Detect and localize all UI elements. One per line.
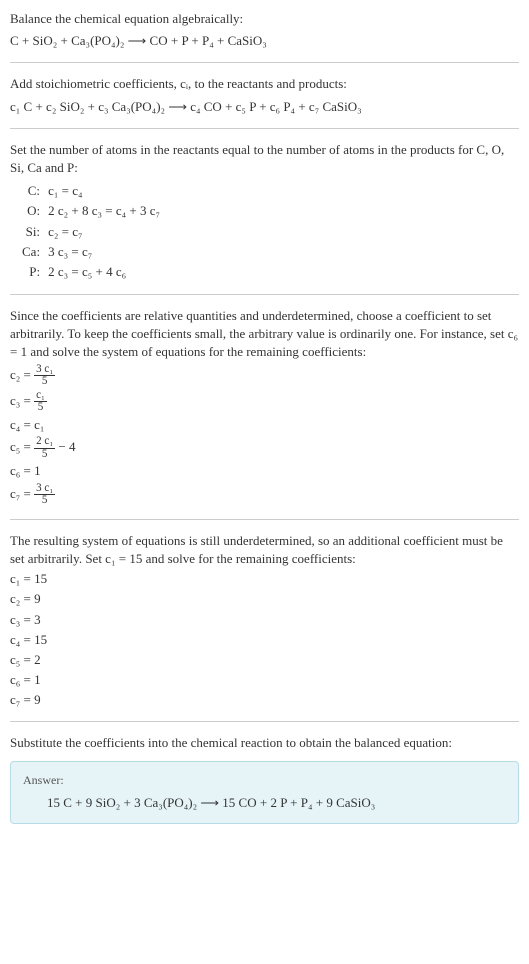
element-label: Si: [18, 222, 44, 242]
coef-line: c₇ = 9 [10, 691, 519, 709]
table-row: O: 2 c₂ + 8 c₃ = c₄ + 3 c₇ [18, 201, 164, 221]
element-equation: c₁ = c₄ [44, 181, 164, 201]
coef-lhs: c₂ = [10, 367, 31, 382]
element-equation: 3 c₃ = c₇ [44, 242, 164, 262]
divider [10, 721, 519, 722]
fraction: c₁ 5 [34, 390, 47, 414]
element-label: Ca: [18, 242, 44, 262]
atom-balance-table: C: c₁ = c₄ O: 2 c₂ + 8 c₃ = c₄ + 3 c₇ Si… [18, 181, 164, 282]
coef-line: c₂ = 9 [10, 590, 519, 608]
fractional-coefficients: c₂ = 3 c₁ 5 c₃ = c₁ 5 c₄ = c₁ c₅ = 2 c₁ … [10, 364, 519, 507]
coef-line: c₃ = c₁ 5 [10, 390, 519, 414]
answer-box: Answer: 15 C + 9 SiO₂ + 3 Ca₃(PO₄)₂ ⟶ 15… [10, 761, 519, 824]
table-row: Si: c₂ = c₇ [18, 222, 164, 242]
coef-line: c₂ = 3 c₁ 5 [10, 364, 519, 388]
coef-line: c₆ = 1 [10, 462, 519, 480]
coef-tail: − 4 [58, 439, 75, 454]
coef-lhs: c₃ = [10, 393, 31, 408]
coef-line: c₅ = 2 c₁ 5 − 4 [10, 436, 519, 460]
table-row: C: c₁ = c₄ [18, 181, 164, 201]
element-equation: c₂ = c₇ [44, 222, 164, 242]
denominator: 5 [34, 402, 47, 414]
numerator: 2 c₁ [34, 436, 55, 449]
coef-line: c₇ = 3 c₁ 5 [10, 483, 519, 507]
step1-equation: c₁ C + c₂ SiO₂ + c₃ Ca₃(PO₄)₂ ⟶ c₄ CO + … [10, 98, 519, 116]
coef-line: c₄ = c₁ [10, 416, 519, 434]
step4-text: The resulting system of equations is sti… [10, 532, 519, 568]
fraction: 2 c₁ 5 [34, 436, 55, 460]
element-equation: 2 c₃ = c₅ + 4 c₆ [44, 262, 164, 282]
divider [10, 62, 519, 63]
element-label: C: [18, 181, 44, 201]
element-equation: 2 c₂ + 8 c₃ = c₄ + 3 c₇ [44, 201, 164, 221]
element-label: O: [18, 201, 44, 221]
coef-line: c₃ = 3 [10, 611, 519, 629]
coef-line: c₆ = 1 [10, 671, 519, 689]
step2-text: Set the number of atoms in the reactants… [10, 141, 519, 177]
table-row: P: 2 c₃ = c₅ + 4 c₆ [18, 262, 164, 282]
denominator: 5 [34, 376, 55, 388]
coef-line: c₅ = 2 [10, 651, 519, 669]
coef-lhs: c₇ = [10, 486, 31, 501]
step3-text: Since the coefficients are relative quan… [10, 307, 519, 362]
answer-equation: 15 C + 9 SiO₂ + 3 Ca₃(PO₄)₂ ⟶ 15 CO + 2 … [23, 794, 506, 812]
answer-label: Answer: [23, 772, 506, 789]
denominator: 5 [34, 449, 55, 461]
final-coefficients: c₁ = 15 c₂ = 9 c₃ = 3 c₄ = 15 c₅ = 2 c₆ … [10, 570, 519, 709]
coef-line: c₄ = 15 [10, 631, 519, 649]
step1-text: Add stoichiometric coefficients, cᵢ, to … [10, 75, 519, 93]
divider [10, 519, 519, 520]
coef-line: c₁ = 15 [10, 570, 519, 588]
intro-equation: C + SiO₂ + Ca₃(PO₄)₂ ⟶ CO + P + P₄ + CaS… [10, 32, 519, 50]
fraction: 3 c₁ 5 [34, 364, 55, 388]
element-label: P: [18, 262, 44, 282]
fraction: 3 c₁ 5 [34, 483, 55, 507]
step5-text: Substitute the coefficients into the che… [10, 734, 519, 752]
coef-lhs: c₅ = [10, 439, 31, 454]
intro-text: Balance the chemical equation algebraica… [10, 10, 519, 28]
denominator: 5 [34, 495, 55, 507]
table-row: Ca: 3 c₃ = c₇ [18, 242, 164, 262]
divider [10, 294, 519, 295]
divider [10, 128, 519, 129]
